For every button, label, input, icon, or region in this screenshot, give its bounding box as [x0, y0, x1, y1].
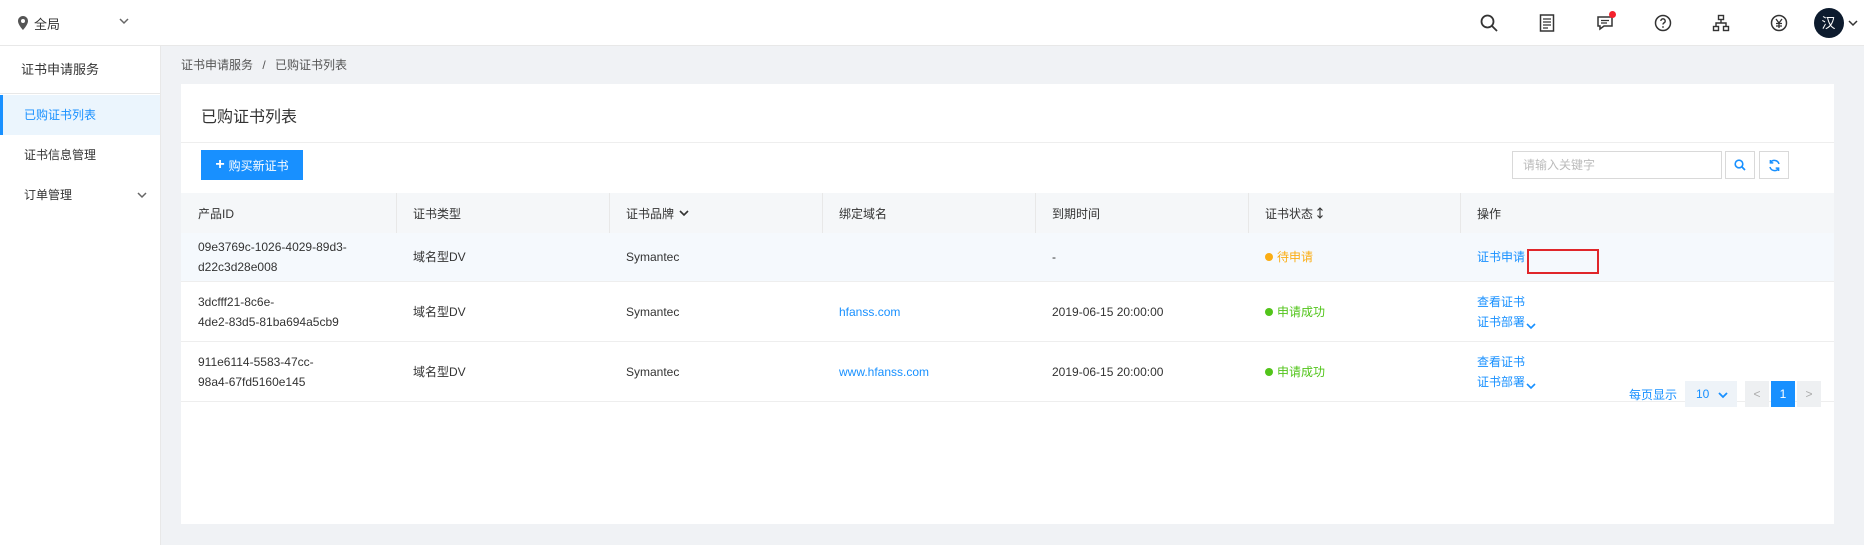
brand-cell: Symantec	[626, 250, 680, 264]
search-icon	[1734, 159, 1746, 171]
view-cert-link[interactable]: 查看证书	[1477, 352, 1525, 372]
search-submit-button[interactable]	[1725, 151, 1755, 179]
plus-icon: +	[215, 156, 225, 173]
page-1-button[interactable]: 1	[1771, 381, 1795, 407]
column-header: 绑定域名	[822, 193, 1035, 233]
deploy-cert-dropdown[interactable]: 证书部署	[1477, 312, 1537, 332]
table-header: 产品ID 证书类型 证书品牌 绑定域名 到期时间 证书状态 操作	[181, 193, 1834, 233]
status-dot	[1265, 307, 1273, 316]
column-header-status[interactable]: 证书状态	[1248, 193, 1460, 233]
status-badge: 待申请	[1277, 250, 1314, 264]
column-header: 操作	[1460, 193, 1834, 233]
document-icon	[1539, 14, 1555, 32]
search-input[interactable]	[1512, 151, 1722, 179]
page-title: 已购证书列表	[201, 109, 298, 126]
breadcrumb-parent[interactable]: 证书申请服务	[181, 58, 253, 72]
sort-icon	[1317, 207, 1323, 219]
expiry-cell: -	[1052, 250, 1056, 264]
chevron-down-icon	[137, 192, 147, 199]
user-menu[interactable]: 汉	[1808, 0, 1864, 46]
status-cell: 申请成功	[1248, 282, 1460, 341]
search-icon	[1480, 14, 1498, 32]
message-button[interactable]	[1576, 0, 1634, 46]
region-selector[interactable]: 全局	[18, 12, 129, 34]
breadcrumb-separator: /	[262, 58, 266, 72]
region-label: 全局	[34, 16, 61, 32]
status-dot	[1265, 367, 1273, 376]
status-cell: 待申请	[1248, 233, 1460, 281]
pagination: 每页显示 10 < 1 >	[1629, 381, 1821, 407]
prev-page-button[interactable]: <	[1745, 381, 1769, 407]
domain-cell	[822, 233, 1035, 281]
status-dot	[1265, 253, 1273, 261]
brand-cell: Symantec	[626, 364, 680, 379]
buy-button-label: 购买新证书	[228, 158, 289, 173]
currency-button[interactable]	[1750, 0, 1808, 46]
ops-cell: 查看证书 证书部署	[1460, 282, 1834, 341]
column-header: 证书类型	[396, 193, 609, 233]
help-icon	[1654, 14, 1672, 32]
chevron-down-icon	[1526, 322, 1536, 329]
next-page-button[interactable]: >	[1797, 381, 1821, 407]
cert-type-cell: 域名型DV	[413, 250, 466, 264]
ops-cell: 证书申请	[1460, 233, 1834, 281]
sidebar-item-purchased-certs[interactable]: 已购证书列表	[0, 95, 160, 135]
search-button[interactable]	[1460, 0, 1518, 46]
domain-link[interactable]: www.hfanss.com	[822, 342, 1035, 401]
table-row: 911e6114-5583-47cc- 98a4-67fd5160e145 域名型…	[181, 342, 1834, 402]
sidebar-item-orders[interactable]: 订单管理	[0, 175, 160, 215]
org-button[interactable]	[1692, 0, 1750, 46]
column-header: 到期时间	[1035, 193, 1248, 233]
deploy-cert-dropdown[interactable]: 证书部署	[1477, 372, 1537, 392]
sidebar: 证书申请服务 已购证书列表 证书信息管理 订单管理	[0, 46, 161, 545]
cert-type-cell: 域名型DV	[413, 304, 466, 319]
product-id-cell: 09e3769c-1026-4029-89d3- d22c3d28e008	[198, 240, 347, 274]
table-row: 3dcfff21-8c6e- 4de2-83d5-81ba694a5cb9 域名型…	[181, 282, 1834, 342]
currency-icon	[1770, 14, 1788, 32]
document-button[interactable]	[1518, 0, 1576, 46]
filter-chevron-icon	[679, 210, 689, 217]
domain-link[interactable]: hfanss.com	[822, 282, 1035, 341]
breadcrumb-current: 已购证书列表	[275, 58, 348, 72]
location-pin-icon	[18, 16, 28, 30]
divider	[181, 142, 1834, 143]
header-toolbar: 汉	[1460, 0, 1864, 46]
chevron-down-icon	[1526, 382, 1536, 389]
chevron-down-icon	[1847, 20, 1858, 27]
status-badge: 申请成功	[1277, 364, 1326, 379]
avatar: 汉	[1813, 8, 1844, 38]
cert-table: 产品ID 证书类型 证书品牌 绑定域名 到期时间 证书状态 操作 09e3769…	[181, 193, 1834, 402]
apply-cert-link[interactable]: 证书申请	[1477, 247, 1525, 267]
page-size-select[interactable]: 10	[1685, 381, 1737, 407]
sidebar-item-label: 已购证书列表	[24, 108, 97, 122]
org-icon	[1712, 14, 1730, 32]
chevron-down-icon	[119, 18, 129, 25]
buy-new-cert-button[interactable]: + 购买新证书	[201, 150, 303, 180]
help-button[interactable]	[1634, 0, 1692, 46]
sidebar-title: 证书申请服务	[0, 46, 160, 94]
product-id-cell: 911e6114-5583-47cc- 98a4-67fd5160e145	[198, 354, 314, 389]
table-row: 09e3769c-1026-4029-89d3- d22c3d28e008 域名型…	[181, 233, 1834, 282]
refresh-icon	[1768, 159, 1780, 171]
breadcrumb: 证书申请服务 / 已购证书列表	[181, 56, 353, 73]
column-header-brand[interactable]: 证书品牌	[609, 193, 822, 233]
expiry-cell: 2019-06-15 20:00:00	[1052, 364, 1164, 379]
page-size-label: 每页显示	[1628, 387, 1677, 402]
product-id-cell: 3dcfff21-8c6e- 4de2-83d5-81ba694a5cb9	[198, 294, 339, 329]
sidebar-item-label: 证书信息管理	[24, 148, 97, 162]
main-card: 已购证书列表 + 购买新证书 产品ID 证书类型 证书品牌 绑定域名 到期时间 …	[181, 84, 1834, 524]
notification-badge	[1609, 11, 1616, 18]
sidebar-item-cert-info[interactable]: 证书信息管理	[0, 135, 160, 175]
chevron-down-icon	[1718, 392, 1728, 399]
column-header: 产品ID	[198, 206, 235, 221]
brand-cell: Symantec	[626, 304, 680, 319]
cert-type-cell: 域名型DV	[413, 364, 466, 379]
view-cert-link[interactable]: 查看证书	[1477, 292, 1525, 312]
status-cell: 申请成功	[1248, 342, 1460, 401]
expiry-cell: 2019-06-15 20:00:00	[1052, 304, 1164, 319]
status-badge: 申请成功	[1277, 304, 1326, 319]
top-bar: 全局 汉	[0, 0, 1864, 46]
sidebar-item-label: 订单管理	[24, 188, 73, 202]
refresh-button[interactable]	[1759, 151, 1789, 179]
